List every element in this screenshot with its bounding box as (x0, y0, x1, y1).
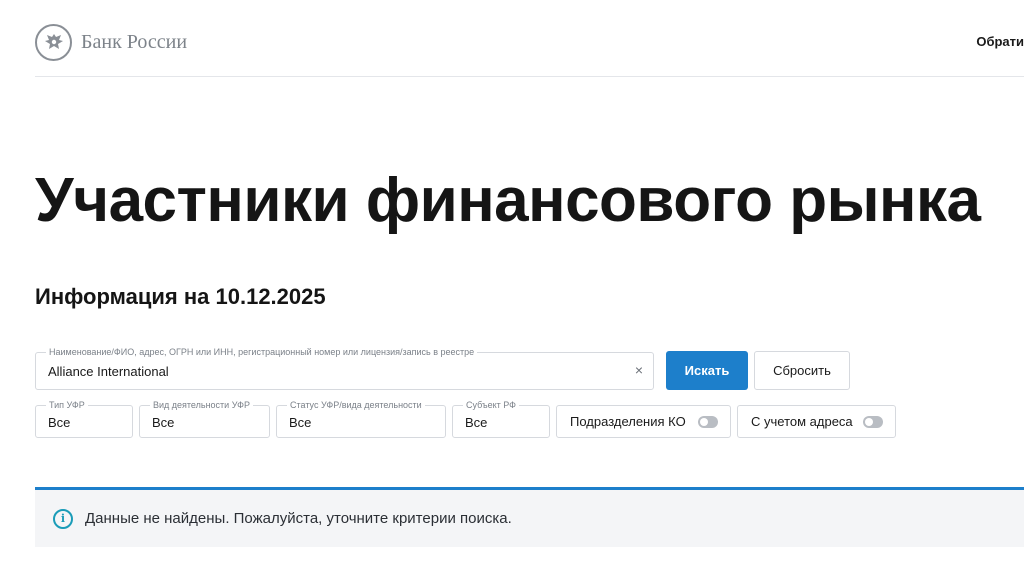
filter-label: Вид деятельности УФР (150, 399, 253, 411)
filter-value: Все (289, 415, 312, 430)
alert-message: Данные не найдены. Пожалуйста, уточните … (85, 510, 512, 527)
branches-toggle[interactable]: Подразделения КО (556, 405, 731, 438)
info-date-heading: Информация на 10.12.2025 (35, 284, 326, 309)
address-toggle[interactable]: С учетом адреса (737, 405, 896, 438)
filter-region-select[interactable]: Субъект РФ Все (452, 399, 550, 438)
page-title: Участники финансового рынка (35, 166, 981, 235)
filter-type-select[interactable]: Тип УФР Все (35, 399, 133, 438)
filter-value: Все (152, 415, 175, 430)
filter-activity-select[interactable]: Вид деятельности УФР Все (139, 399, 270, 438)
filter-label: Статус УФР/вида деятельности (287, 399, 425, 411)
bank-logo[interactable]: Банк России (35, 24, 187, 61)
no-results-alert: i Данные не найдены. Пожалуйста, уточнит… (35, 487, 1024, 547)
feedback-link[interactable]: Обрати (976, 34, 1024, 49)
toggle-label: С учетом адреса (751, 414, 853, 429)
filter-value: Все (465, 415, 488, 430)
reset-button[interactable]: Сбросить (754, 351, 850, 390)
search-input[interactable]: Наименование/ФИО, адрес, ОГРН или ИНН, р… (35, 346, 654, 390)
site-header: Банк России Обрати (35, 18, 1024, 77)
search-input-value: Alliance International (48, 364, 169, 379)
clear-icon[interactable]: × (635, 362, 643, 378)
filter-label: Субъект РФ (463, 399, 519, 411)
info-icon: i (53, 508, 73, 529)
toggle-label: Подразделения КО (570, 414, 686, 429)
filter-label: Тип УФР (46, 399, 88, 411)
filter-status-select[interactable]: Статус УФР/вида деятельности Все (276, 399, 446, 438)
toggle-switch[interactable] (863, 416, 883, 428)
search-button[interactable]: Искать (666, 351, 748, 390)
filter-value: Все (48, 415, 71, 430)
search-input-label: Наименование/ФИО, адрес, ОГРН или ИНН, р… (46, 346, 478, 358)
logo-text: Банк России (81, 31, 188, 53)
eagle-emblem-icon (35, 24, 72, 61)
toggle-switch[interactable] (698, 416, 718, 428)
